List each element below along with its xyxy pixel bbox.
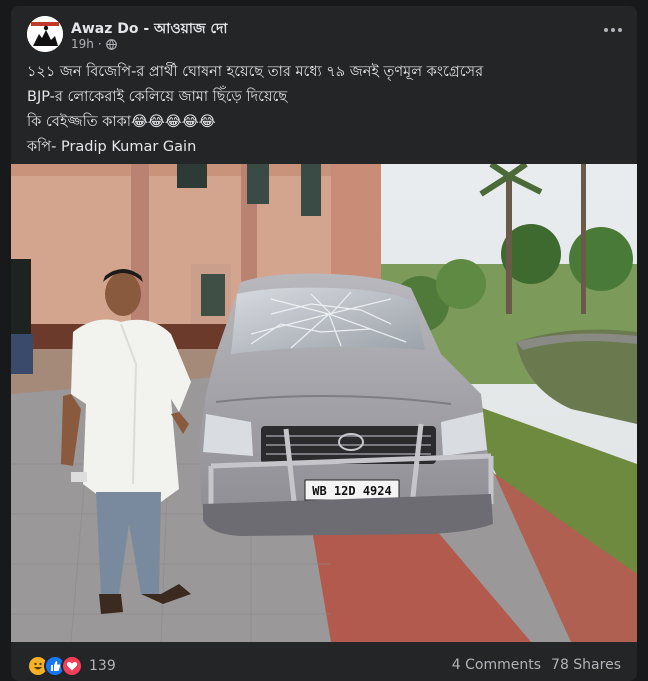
post-text-line: BJP-র লোকেরাই কেলিয়ে জামা ছিঁড়ে দিয়েছ… — [27, 89, 288, 105]
reaction-count: 139 — [89, 658, 116, 674]
post-timestamp[interactable]: 19h — [71, 37, 94, 51]
license-plate-text: WB 12D 4924 — [312, 484, 391, 498]
post-message: ১২১ জন বিজেপি-র প্রার্থী ঘোষনা হয়েছে তা… — [27, 60, 617, 160]
post-header: Awaz Do - আওয়াজ দো 19h · — [11, 6, 637, 56]
page-logo-icon — [27, 16, 63, 52]
post-text-line: ১২১ জন বিজেপি-র প্রার্থী ঘোষনা হয়েছে তা… — [27, 64, 484, 80]
globe-icon — [105, 38, 117, 50]
shares-count-link[interactable]: 78 Shares — [551, 657, 621, 673]
post-meta: 19h · — [71, 37, 117, 51]
post-photo[interactable]: WB 12D 4924 — [11, 164, 637, 642]
photo-scene: WB 12D 4924 — [11, 164, 637, 642]
post-text-line: কপি- Pradip Kumar Gain — [27, 139, 197, 155]
post-footer: 139 4 Comments 78 Shares — [11, 642, 637, 681]
love-reaction-icon — [61, 655, 83, 677]
page-avatar[interactable] — [27, 16, 63, 52]
reaction-summary[interactable]: 139 — [27, 655, 116, 677]
more-options-icon[interactable] — [599, 20, 627, 40]
engagement-stats: 4 Comments 78 Shares — [452, 657, 621, 673]
post-text-line: কি বেইজ্জতি কাকা😂😂😂😂😂 — [27, 114, 216, 130]
meta-separator: · — [97, 37, 102, 51]
post-card: Awaz Do - আওয়াজ দো 19h · ১২১ জন বিজেপি-… — [11, 6, 637, 681]
comments-count-link[interactable]: 4 Comments — [452, 657, 541, 673]
